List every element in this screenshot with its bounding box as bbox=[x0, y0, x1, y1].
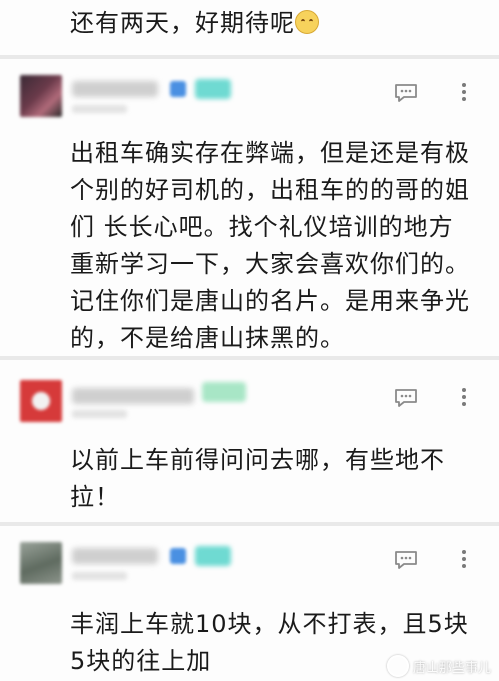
watermark: 唐山那些事儿 bbox=[386, 655, 491, 677]
username-blurred[interactable] bbox=[72, 548, 158, 564]
comment-bubble-icon[interactable] bbox=[394, 83, 418, 103]
avatar[interactable] bbox=[20, 380, 62, 422]
comment-card: 以前上车前得问问去哪，有些地不拉！ bbox=[0, 360, 499, 522]
comment-text: 还有两天，好期待呢 bbox=[70, 5, 475, 42]
vip-badge-icon bbox=[195, 79, 231, 99]
avatar[interactable] bbox=[20, 75, 62, 117]
more-vertical-icon[interactable] bbox=[460, 386, 468, 408]
comment-card-top: 还有两天，好期待呢 bbox=[0, 0, 499, 55]
timestamp-blurred bbox=[72, 410, 127, 418]
vip-badge-icon bbox=[195, 546, 231, 566]
watermark-text: 唐山那些事儿 bbox=[412, 660, 491, 676]
vip-badge-icon bbox=[202, 382, 246, 402]
comment-bubble-icon[interactable] bbox=[394, 388, 418, 408]
comment-body: 出租车确实存在弊端，但是还是有极个别的好司机的，出租车的的哥的姐们 长长心吧。找… bbox=[70, 139, 470, 352]
timestamp-blurred bbox=[72, 105, 127, 113]
comment-card: 出租车确实存在弊端，但是还是有极个别的好司机的，出租车的的哥的姐们 长长心吧。找… bbox=[0, 59, 499, 356]
comment-body: 以前上车前得问问去哪，有些地不拉！ bbox=[70, 446, 445, 511]
comment-bubble-icon[interactable] bbox=[394, 550, 418, 570]
more-vertical-icon[interactable] bbox=[460, 548, 468, 570]
level-badge-icon bbox=[170, 81, 186, 97]
timestamp-blurred bbox=[72, 572, 127, 580]
more-vertical-icon[interactable] bbox=[460, 81, 468, 103]
username-blurred[interactable] bbox=[72, 81, 158, 97]
smiling-face-emoji-icon bbox=[295, 10, 319, 34]
avatar[interactable] bbox=[20, 542, 62, 584]
level-badge-icon bbox=[170, 548, 186, 564]
username-blurred[interactable] bbox=[72, 388, 194, 404]
comment-card: 丰润上车就10块，从不打表，且5块5块的往上加 唐山那些事儿 bbox=[0, 526, 499, 681]
comment-body: 还有两天，好期待呢 bbox=[70, 9, 295, 37]
watermark-logo-icon bbox=[386, 655, 409, 677]
